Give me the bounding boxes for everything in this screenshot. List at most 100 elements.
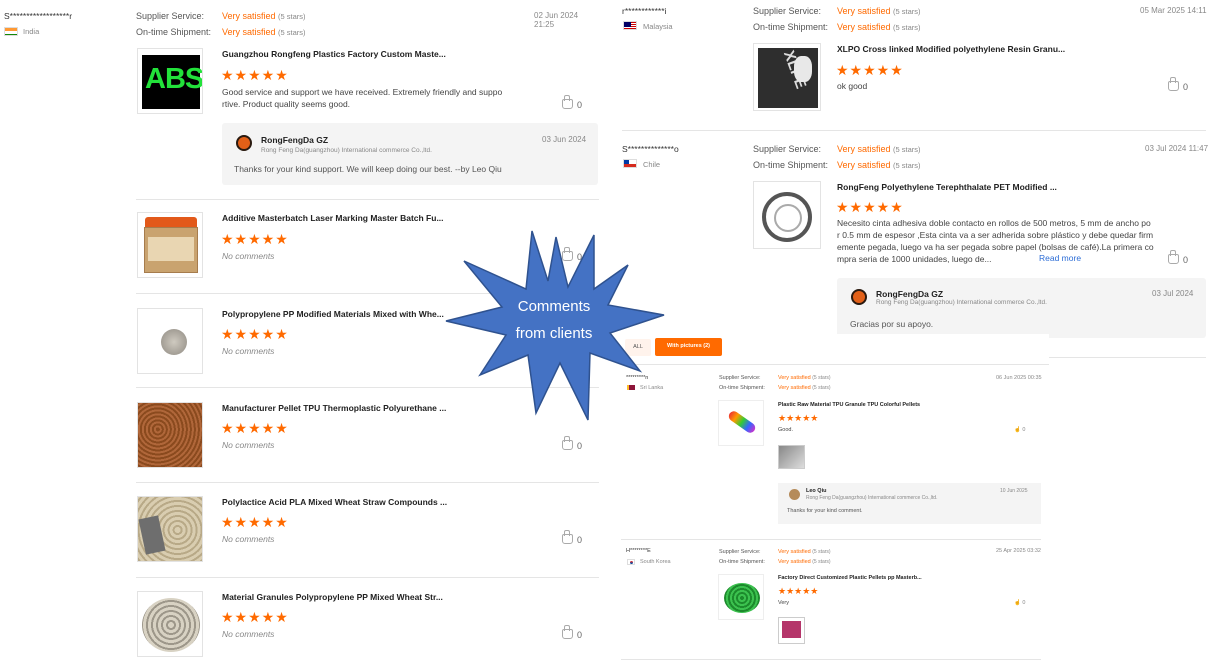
thumbs-up-icon [562, 436, 573, 450]
reply-text: Gracias por su apoyo. [850, 319, 934, 329]
review-date: 02 Jun 2024 21:25 [534, 11, 579, 29]
south-korea-flag-icon [627, 559, 635, 565]
like-button[interactable]: 0 [562, 530, 582, 545]
supplier-avatar [236, 135, 252, 151]
product-title[interactable]: Polylactice Acid PLA Mixed Wheat Straw C… [222, 497, 482, 507]
reply-date: 03 Jul 2024 [1152, 289, 1194, 298]
like-button[interactable]: 0 [1168, 77, 1188, 92]
thumbs-up-icon [1168, 77, 1179, 91]
reply-name: RongFengDa GZ [876, 289, 944, 299]
abs-logo: ABS [145, 63, 203, 95]
divider [621, 364, 1049, 365]
reviewer-name: S**************o [622, 144, 679, 154]
supplier-service-rating: Very satisfied (5 stars) [837, 6, 921, 16]
star-rating: ★★★★★ [836, 62, 904, 78]
star-rating: ★★★★★ [836, 199, 904, 215]
product-title[interactable]: Guangzhou Rongfeng Plastics Factory Cust… [222, 49, 482, 59]
product-title[interactable]: Plastic Raw Material TPU Granule TPU Col… [778, 402, 920, 408]
india-flag-icon [4, 27, 18, 36]
review-date: 25 Apr 2025 03:32 [996, 548, 1041, 554]
supplier-reply: Leo Qiu Rong Feng Da(guangzhou) Internat… [778, 483, 1041, 524]
review-comment: ok good [837, 81, 868, 91]
reviewer-country: South Korea [640, 559, 671, 565]
callout-text-line1: Comments [518, 298, 591, 315]
pictures-reviews-panel: ALL With pictures (2) *********n Sri Lan… [621, 334, 1049, 660]
reply-company: Rong Feng Da(guangzhou) International co… [876, 299, 1047, 306]
product-title[interactable]: RongFeng Polyethylene Terephthalate PET … [837, 182, 1097, 192]
product-image-masterbatch[interactable] [137, 212, 203, 278]
reply-date: 10 Jun 2025 [1000, 488, 1028, 494]
product-title[interactable]: Material Granules Polypropylene PP Mixed… [222, 592, 482, 602]
supplier-service-label: Supplier Service: [753, 144, 822, 154]
shipment-label: On-time Shipment: [753, 160, 829, 170]
supplier-service-label: Supplier Service: [136, 11, 205, 21]
product-image-pp-granules[interactable] [137, 591, 203, 657]
reviewer-country: India [23, 27, 40, 36]
product-image-abs[interactable]: ABS [137, 48, 203, 114]
supplier-service-rating: Very satisfied (5 stars) [778, 549, 831, 555]
shipment-rating: Very satisfied (5 stars) [222, 27, 306, 37]
like-button[interactable]: 0 [562, 436, 582, 451]
divider [136, 577, 599, 578]
product-title[interactable]: Factory Direct Customized Plastic Pellet… [778, 575, 922, 581]
supplier-avatar [851, 289, 867, 305]
like-button[interactable]: 0 [1168, 250, 1188, 265]
thumbs-up-icon [562, 625, 573, 639]
shipment-rating: Very satisfied (5 stars) [837, 22, 921, 32]
product-title[interactable]: Polypropylene PP Modified Materials Mixe… [222, 309, 448, 319]
reply-avatar [789, 489, 800, 500]
star-rating: ★★★★★ [221, 420, 289, 436]
reviewer-name: S******************r [4, 11, 73, 21]
supplier-service-rating: Very satisfied (5 stars) [222, 11, 306, 21]
divider [136, 482, 599, 483]
like-button[interactable]: 0 [562, 95, 582, 110]
reply-company: Rong Feng Da(guangzhou) International co… [261, 147, 432, 154]
like-button[interactable]: ☝ 0 [1014, 427, 1025, 433]
reviewer-name: H********E [626, 548, 651, 554]
shipment-label: On-time Shipment: [719, 385, 765, 391]
shipment-rating: Very satisfied (5 stars) [778, 559, 831, 565]
star-rating: ★★★★★ [778, 586, 819, 596]
product-image-tpu-colorful[interactable] [718, 400, 764, 446]
supplier-service-label: Supplier Service: [719, 549, 761, 555]
product-image-pp-wheat[interactable] [137, 308, 203, 374]
star-rating: ★★★★★ [221, 67, 289, 83]
reply-name: Leo Qiu [806, 488, 827, 494]
supplier-service-rating: Very satisfied (5 stars) [837, 144, 921, 154]
shipment-rating: Very satisfied (5 stars) [778, 385, 831, 391]
review-comment: Good service and support we have receive… [222, 87, 503, 109]
review-comment: No comments [222, 440, 275, 450]
shipment-label: On-time Shipment: [753, 22, 829, 32]
review-photo[interactable] [778, 445, 805, 469]
divider [621, 539, 1041, 540]
star-rating: ★★★★★ [778, 413, 819, 423]
star-rating: ★★★★★ [221, 609, 289, 625]
star-rating: ★★★★★ [221, 326, 289, 342]
product-image-pet-tape[interactable] [753, 181, 821, 249]
product-title[interactable]: Additive Masterbatch Laser Marking Maste… [222, 213, 482, 223]
callout-text-line2: from clients [516, 325, 593, 342]
review-comment: No comments [222, 629, 275, 639]
star-rating: ★★★★★ [221, 514, 289, 530]
reply-text: Thanks for your kind support. We will ke… [234, 164, 502, 174]
product-image-pp-pellets[interactable] [718, 574, 764, 620]
product-image-tpu-pellets[interactable] [137, 402, 203, 468]
review-comment: Good. [778, 427, 793, 433]
product-title[interactable]: XLPO Cross linked Modified polyethylene … [837, 44, 1097, 54]
review-photo[interactable] [778, 617, 805, 644]
like-button[interactable]: ☝ 0 [1014, 600, 1025, 606]
reply-date: 03 Jun 2024 [542, 135, 587, 144]
malaysia-flag-icon [623, 21, 637, 30]
shipment-label: On-time Shipment: [136, 27, 212, 37]
product-image-pla-straw[interactable] [137, 496, 203, 562]
star-rating: ★★★★★ [221, 231, 289, 247]
like-button[interactable]: 0 [562, 625, 582, 640]
review-date: 06 Jun 2025 00:35 [996, 375, 1042, 381]
divider [136, 199, 599, 200]
product-image-xlpe[interactable]: XLPE [753, 43, 821, 111]
thumbs-up-icon [562, 530, 573, 544]
review-comment: No comments [222, 346, 275, 356]
chile-flag-icon [623, 159, 637, 168]
thumbs-up-icon [1168, 250, 1179, 264]
read-more-link[interactable]: Read more [1039, 253, 1081, 263]
